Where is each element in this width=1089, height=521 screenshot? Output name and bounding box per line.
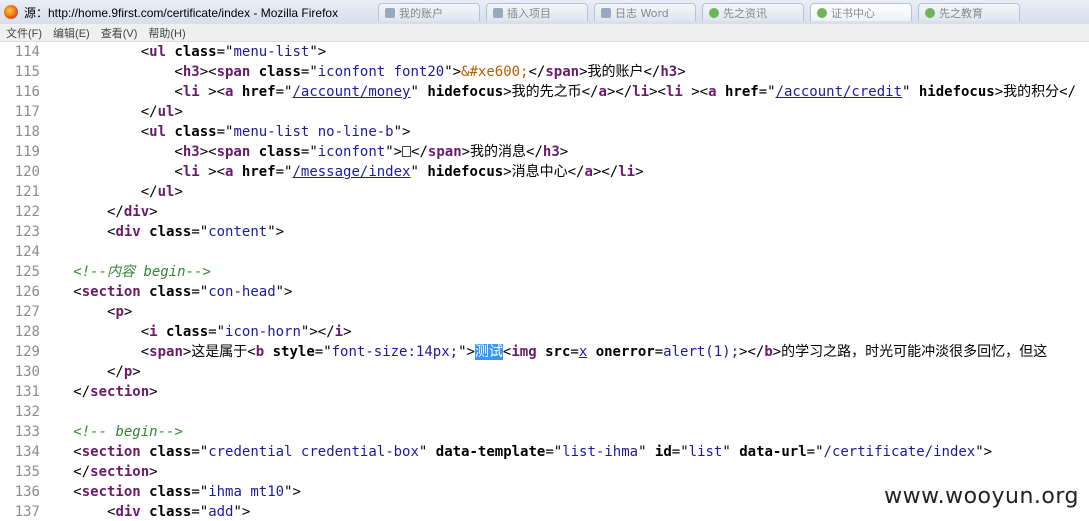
tab-label: 日志 Word xyxy=(615,6,669,20)
line-number: 127 xyxy=(14,304,40,320)
watermark: www.wooyun.org xyxy=(884,484,1079,509)
code-line: 117 </ul> xyxy=(0,102,1089,122)
line-number: 119 xyxy=(14,144,40,160)
line-number: 124 xyxy=(14,244,40,260)
menu-edit[interactable]: 编辑(E) xyxy=(53,25,90,41)
code-line: 124 xyxy=(0,242,1089,262)
code-line: 135 </section> xyxy=(0,462,1089,482)
code-line: 120 <li ><a href="/message/index" hidefo… xyxy=(0,162,1089,182)
tab-strip: 我的账户 插入项目 日志 Word 先之资讯 证书中心 先之教育 xyxy=(378,3,1026,23)
code-line: 125 <!--内容 begin--> xyxy=(0,262,1089,282)
line-number: 129 xyxy=(14,344,40,360)
firefox-icon xyxy=(4,5,18,19)
line-number: 116 xyxy=(14,84,40,100)
tab-label: 我的账户 xyxy=(399,6,443,20)
code-line: 132 xyxy=(0,402,1089,422)
tab-label: 证书中心 xyxy=(831,6,875,20)
window-title: 源：http://home.9first.com/certificate/ind… xyxy=(24,5,339,20)
line-number: 125 xyxy=(14,264,40,280)
code-text: <section class="con-head"> xyxy=(48,284,293,300)
line-number: 123 xyxy=(14,224,40,240)
code-text: <i class="icon-horn"></i> xyxy=(48,324,352,340)
line-number: 117 xyxy=(14,104,40,120)
code-line: 126 <section class="con-head"> xyxy=(0,282,1089,302)
line-number: 137 xyxy=(14,504,40,520)
code-text: <h3><span class="iconfont"> </span>我的消息</… xyxy=(48,144,569,160)
line-number: 134 xyxy=(14,444,40,460)
code-text: <!-- begin--> xyxy=(73,424,183,440)
code-line: 134 <section class="credential credentia… xyxy=(0,442,1089,462)
code-text: </section> xyxy=(48,464,158,480)
code-text: <!--内容 begin--> xyxy=(73,264,211,280)
line-number: 126 xyxy=(14,284,40,300)
tab[interactable]: 日志 Word xyxy=(594,3,696,21)
line-number: 130 xyxy=(14,364,40,380)
code-text: </ul> xyxy=(48,104,183,120)
code-text: <section class="ihma mt10"> xyxy=(48,484,301,500)
code-text: <ul class="menu-list"> xyxy=(48,44,327,60)
code-line: 133 <!-- begin--> xyxy=(0,422,1089,442)
code-text: <li ><a href="/account/money" hidefocus>… xyxy=(48,84,1077,100)
page-icon xyxy=(601,7,611,18)
line-number: 131 xyxy=(14,384,40,400)
line-number: 118 xyxy=(14,124,40,140)
line-number: 115 xyxy=(14,64,40,80)
code-line: 118 <ul class="menu-list no-line-b"> xyxy=(0,122,1089,142)
globe-icon xyxy=(817,7,827,18)
tab-label: 先之教育 xyxy=(939,6,983,20)
line-number: 133 xyxy=(14,424,40,440)
line-number: 135 xyxy=(14,464,40,480)
line-number: 132 xyxy=(14,404,40,420)
line-number: 128 xyxy=(14,324,40,340)
code-text: <div class="add"> xyxy=(48,504,251,520)
code-line: 115 <h3><span class="iconfont font20">&#… xyxy=(0,62,1089,82)
code-line: 121 </ul> xyxy=(0,182,1089,202)
code-text: <h3><span class="iconfont font20">&#xe60… xyxy=(48,64,686,80)
line-number: 120 xyxy=(14,164,40,180)
code-text: <ul class="menu-list no-line-b"> xyxy=(48,124,411,140)
menu-file[interactable]: 文件(F) xyxy=(6,25,42,41)
code-line: 131 </section> xyxy=(0,382,1089,402)
tab[interactable]: 我的账户 xyxy=(378,3,480,21)
code-text: </ul> xyxy=(48,184,183,200)
code-line: 129 <span>这是属于<b style="font-size:14px;"… xyxy=(0,342,1089,362)
tab[interactable]: 先之资讯 xyxy=(702,3,804,21)
globe-icon xyxy=(925,7,935,18)
code-text: <div class="content"> xyxy=(48,224,285,240)
code-text: </div> xyxy=(48,204,158,220)
code-line: 128 <i class="icon-horn"></i> xyxy=(0,322,1089,342)
tab[interactable]: 插入项目 xyxy=(486,3,588,21)
tab[interactable]: 先之教育 xyxy=(918,3,1020,21)
code-text: </p> xyxy=(48,364,141,380)
line-number: 136 xyxy=(14,484,40,500)
line-number: 122 xyxy=(14,204,40,220)
source-code-view[interactable]: 114 <ul class="menu-list"> 115 <h3><span … xyxy=(0,42,1089,521)
code-text: <span>这是属于<b style="font-size:14px;">测试<… xyxy=(48,344,1048,360)
code-line: 127 <p> xyxy=(0,302,1089,322)
code-text: <p> xyxy=(48,304,133,320)
menu-view[interactable]: 查看(V) xyxy=(101,25,138,41)
code-line: 114 <ul class="menu-list"> xyxy=(0,42,1089,62)
page-icon xyxy=(385,7,395,18)
code-line: 130 </p> xyxy=(0,362,1089,382)
code-line: 116 <li ><a href="/account/money" hidefo… xyxy=(0,82,1089,102)
code-text: </section> xyxy=(48,384,158,400)
page-icon xyxy=(493,7,503,18)
code-text: <li ><a href="/message/index" hidefocus>… xyxy=(48,164,644,180)
code-line: 122 </div> xyxy=(0,202,1089,222)
tab-active[interactable]: 证书中心 xyxy=(810,3,912,21)
menu-help[interactable]: 帮助(H) xyxy=(148,25,185,41)
tab-label: 插入项目 xyxy=(507,6,551,20)
code-text: <section class="credential credential-bo… xyxy=(48,444,993,460)
tab-label: 先之资讯 xyxy=(723,6,767,20)
line-number: 114 xyxy=(14,44,40,60)
code-line: 119 <h3><span class="iconfont"> </span>我的… xyxy=(0,142,1089,162)
line-number: 121 xyxy=(14,184,40,200)
code-line: 123 <div class="content"> xyxy=(0,222,1089,242)
globe-icon xyxy=(709,7,719,18)
menu-bar: 文件(F) 编辑(E) 查看(V) 帮助(H) xyxy=(0,24,1089,42)
